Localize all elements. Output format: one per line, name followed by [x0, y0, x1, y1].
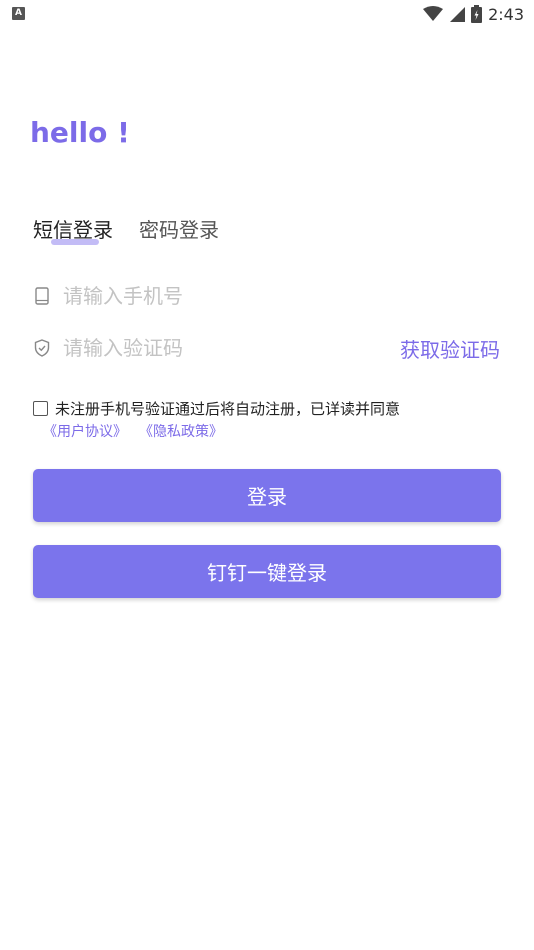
- tab-sms-login[interactable]: 短信登录: [33, 214, 113, 246]
- status-time: 2:43: [488, 4, 524, 24]
- agreement-checkbox[interactable]: [33, 400, 48, 416]
- dingtalk-login-button[interactable]: 钉钉一键登录: [33, 545, 501, 598]
- phone-input[interactable]: [63, 284, 503, 308]
- tab-password-login[interactable]: 密码登录: [139, 214, 219, 246]
- greeting-title: hello !: [30, 116, 130, 149]
- code-field-row: 获取验证码: [33, 328, 503, 368]
- phone-icon: [33, 287, 51, 305]
- status-bar-right: 2:43: [423, 4, 524, 24]
- agreement-section: 未注册手机号验证通过后将自动注册，已详读并同意 《用户协议》 《隐私政策》: [33, 397, 503, 441]
- privacy-policy-link[interactable]: 《隐私政策》: [139, 421, 223, 441]
- phone-field-row: [33, 276, 503, 316]
- verification-code-input[interactable]: [63, 336, 400, 360]
- login-button[interactable]: 登录: [33, 469, 501, 522]
- agreement-text: 未注册手机号验证通过后将自动注册，已详读并同意: [55, 399, 401, 418]
- user-agreement-link[interactable]: 《用户协议》: [43, 421, 127, 441]
- status-bar: A 2:43: [0, 0, 534, 28]
- battery-icon: [471, 5, 483, 23]
- shield-icon: [33, 339, 51, 357]
- get-code-button[interactable]: 获取验证码: [400, 334, 500, 363]
- wifi-icon: [423, 6, 444, 21]
- signal-icon: [450, 7, 466, 22]
- app-notification-icon: A: [12, 7, 25, 20]
